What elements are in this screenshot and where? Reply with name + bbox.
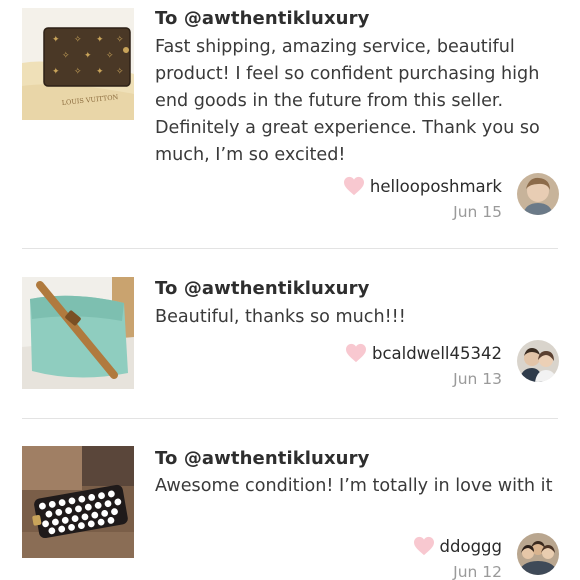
review-meta: bcaldwell45342 Jun 13 bbox=[345, 341, 502, 388]
svg-text:✧: ✧ bbox=[106, 51, 114, 61]
svg-text:✧: ✧ bbox=[74, 35, 82, 45]
recipient-line: To @awthentikluxury bbox=[155, 448, 370, 469]
reviewer-username[interactable]: bcaldwell45342 bbox=[372, 344, 502, 363]
recipient-line: To @awthentikluxury bbox=[155, 8, 370, 29]
user-row: hellooposhmark bbox=[343, 174, 502, 198]
svg-text:✦: ✦ bbox=[96, 35, 104, 45]
heart-icon[interactable] bbox=[413, 536, 435, 556]
review-text: Beautiful, thanks so much!!! bbox=[155, 307, 406, 327]
review-date: Jun 15 bbox=[453, 203, 502, 221]
svg-text:✧: ✧ bbox=[74, 67, 82, 77]
svg-text:✧: ✧ bbox=[116, 67, 124, 77]
listing-photo[interactable] bbox=[22, 446, 134, 558]
svg-text:✧: ✧ bbox=[116, 35, 124, 45]
recipient-line: To @awthentikluxury bbox=[155, 278, 370, 299]
svg-text:✦: ✦ bbox=[96, 67, 104, 77]
reviewer-avatar[interactable] bbox=[517, 340, 559, 382]
user-row: bcaldwell45342 bbox=[345, 341, 502, 365]
review-meta: hellooposhmark Jun 15 bbox=[343, 174, 502, 221]
reviewer-avatar[interactable] bbox=[517, 533, 559, 575]
svg-text:✦: ✦ bbox=[84, 51, 92, 61]
heart-icon[interactable] bbox=[343, 176, 365, 196]
svg-text:✦: ✦ bbox=[52, 67, 60, 77]
listing-photo[interactable]: ✦ ✧ ✦ ✧ ✧ ✦ ✧ ✦ ✧ ✦ ✧ LOUIS VUITTON bbox=[22, 8, 134, 120]
reviewer-username[interactable]: hellooposhmark bbox=[370, 177, 502, 196]
svg-text:✦: ✦ bbox=[52, 35, 60, 45]
svg-text:✧: ✧ bbox=[62, 51, 70, 61]
heart-icon[interactable] bbox=[345, 343, 367, 363]
review-feed: ✦ ✧ ✦ ✧ ✧ ✦ ✧ ✦ ✧ ✦ ✧ LOUIS VUITTON To @awthenti… bbox=[0, 0, 580, 580]
review-date: Jun 13 bbox=[453, 370, 502, 388]
review-text: Fast shipping, amazing service, beautifu… bbox=[155, 37, 540, 165]
review-date: Jun 12 bbox=[453, 563, 502, 580]
review-text: Awesome condition! I’m totally in love w… bbox=[155, 476, 553, 496]
divider bbox=[22, 418, 558, 419]
divider bbox=[22, 248, 558, 249]
listing-photo[interactable] bbox=[22, 277, 134, 389]
reviewer-username[interactable]: ddoggg bbox=[440, 537, 502, 556]
review-meta: ddoggg Jun 12 bbox=[413, 534, 502, 580]
reviewer-avatar[interactable] bbox=[517, 173, 559, 215]
user-row: ddoggg bbox=[413, 534, 502, 558]
